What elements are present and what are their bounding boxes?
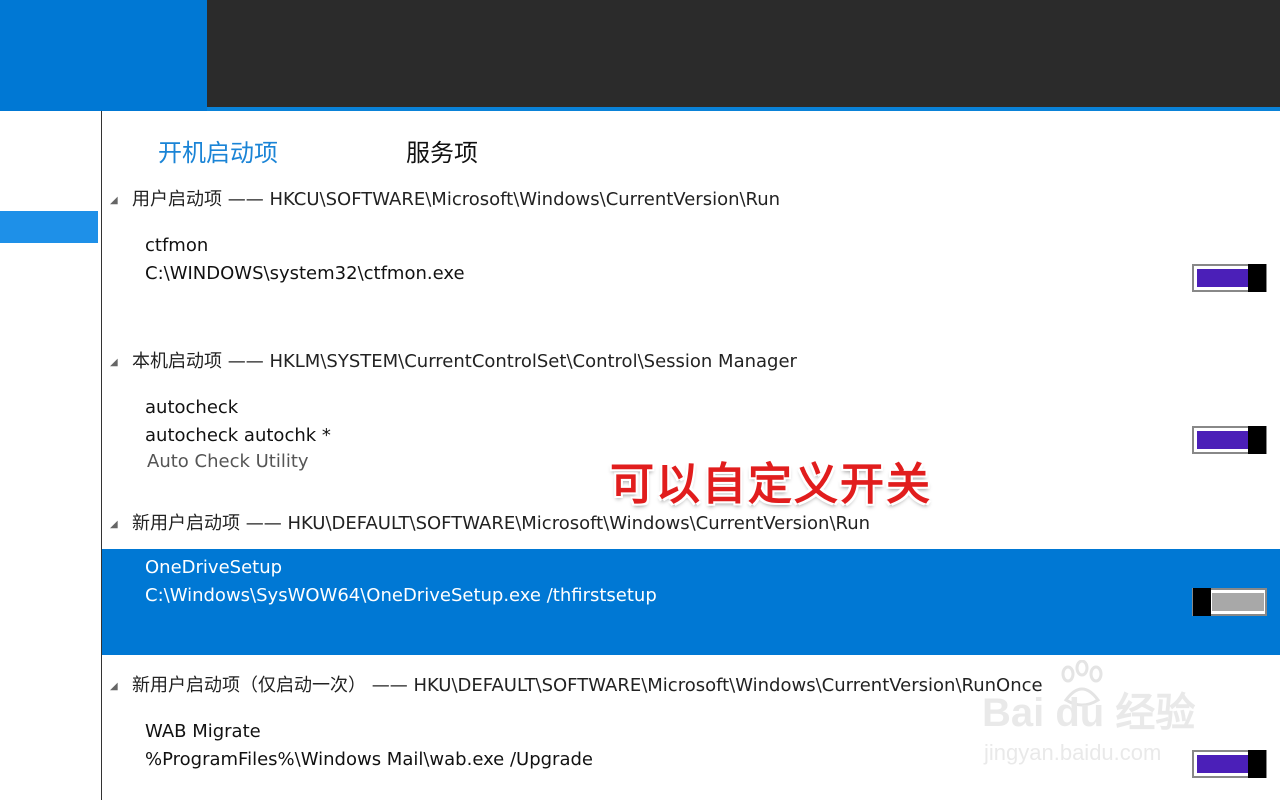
item-path: C:\WINDOWS\system32\ctfmon.exe bbox=[145, 263, 465, 284]
toggle-fill bbox=[1197, 431, 1249, 449]
annotation-caption: 可以自定义开关 bbox=[610, 459, 932, 510]
list-item[interactable]: ctfmon C:\WINDOWS\system32\ctfmon.exe bbox=[102, 227, 1280, 333]
toggle-fill bbox=[1197, 269, 1249, 287]
item-path: %ProgramFiles%\Windows Mail\wab.exe /Upg… bbox=[145, 749, 593, 770]
item-name: ctfmon bbox=[145, 235, 209, 256]
watermark-logo: Bai du 经验 bbox=[982, 691, 1196, 735]
group-header-label: 新用户启动项 —— HKU\DEFAULT\SOFTWARE\Microsoft… bbox=[132, 513, 871, 534]
collapse-triangle-icon[interactable]: ◢ bbox=[110, 357, 132, 368]
watermark-url: jingyan.baidu.com bbox=[984, 740, 1162, 765]
group-header-label: 本机启动项 —— HKLM\SYSTEM\CurrentControlSet\C… bbox=[132, 351, 797, 372]
toggle-knob[interactable] bbox=[1248, 750, 1266, 778]
startup-toggle[interactable] bbox=[1192, 264, 1267, 292]
list-item-selected[interactable]: OneDriveSetup C:\Windows\SysWOW64\OneDri… bbox=[102, 549, 1280, 655]
group-header-new-user-startup[interactable]: ◢ 新用户启动项 —— HKU\DEFAULT\SOFTWARE\Microsof… bbox=[110, 509, 870, 535]
group-header-new-user-runonce[interactable]: ◢ 新用户启动项（仅启动一次） —— HKU\DEFAULT\SOFTWARE\M… bbox=[110, 671, 1043, 697]
app-logo-area bbox=[0, 0, 207, 111]
toggle-knob[interactable] bbox=[1193, 588, 1211, 616]
item-name: OneDriveSetup bbox=[145, 557, 283, 578]
item-path: C:\Windows\SysWOW64\OneDriveSetup.exe /t… bbox=[145, 585, 657, 606]
group-header-user-startup[interactable]: ◢ 用户启动项 —— HKCU\SOFTWARE\Microsoft\Window… bbox=[110, 185, 780, 211]
item-description: Auto Check Utility bbox=[147, 451, 309, 472]
collapse-triangle-icon[interactable]: ◢ bbox=[110, 195, 132, 206]
startup-toggle[interactable] bbox=[1192, 588, 1267, 616]
toggle-knob[interactable] bbox=[1248, 264, 1266, 292]
item-name: WAB Migrate bbox=[145, 721, 261, 742]
baidu-jingyan-watermark: Bai du 经验 jingyan.baidu.com bbox=[982, 660, 1212, 770]
item-name: autocheck bbox=[145, 397, 239, 418]
collapse-triangle-icon[interactable]: ◢ bbox=[110, 681, 132, 692]
group-header-label: 新用户启动项（仅启动一次） —— HKU\DEFAULT\SOFTWARE\Mi… bbox=[132, 675, 1043, 696]
toggle-fill bbox=[1212, 593, 1264, 611]
sidebar-item-selected[interactable] bbox=[0, 211, 98, 243]
group-header-label: 用户启动项 —— HKCU\SOFTWARE\Microsoft\Windows… bbox=[132, 189, 781, 210]
toggle-knob[interactable] bbox=[1248, 426, 1266, 454]
tab-services[interactable]: 服务项 bbox=[406, 133, 478, 168]
startup-toggle[interactable] bbox=[1192, 426, 1267, 454]
tab-startup-items[interactable]: 开机启动项 bbox=[158, 133, 278, 168]
group-header-machine-startup[interactable]: ◢ 本机启动项 —— HKLM\SYSTEM\CurrentControlSet\… bbox=[110, 347, 797, 373]
collapse-triangle-icon[interactable]: ◢ bbox=[110, 519, 132, 530]
item-path: autocheck autochk * bbox=[145, 425, 331, 446]
